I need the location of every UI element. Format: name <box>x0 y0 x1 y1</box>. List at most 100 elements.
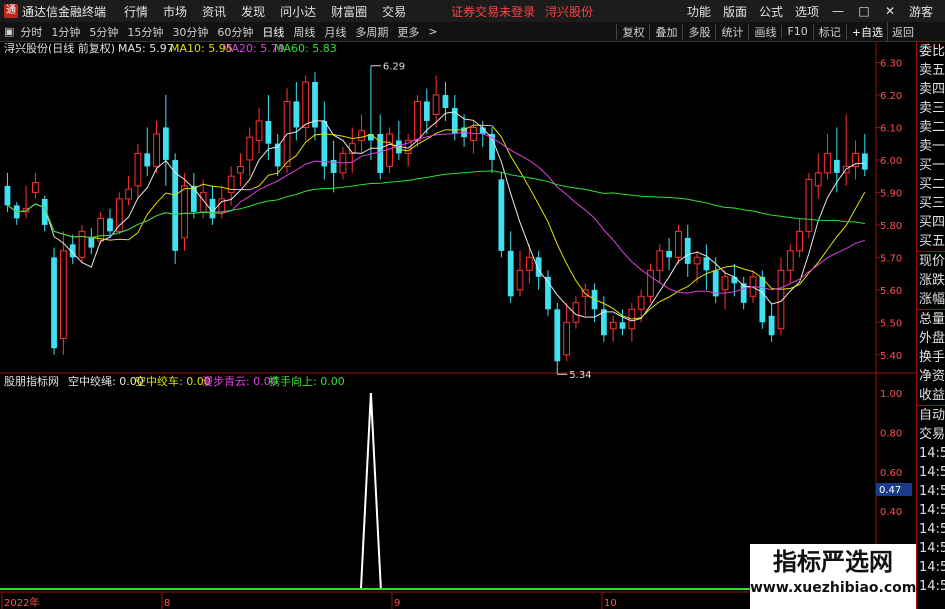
y-tick-label: 5.50 <box>880 318 902 329</box>
ma-legend: MA60: 5.83 <box>274 42 337 55</box>
candle-body <box>833 159 840 173</box>
chevron-right-icon[interactable]: > <box>428 25 437 38</box>
indicator-legend: 携手向上: 0.00 <box>269 374 345 388</box>
candle-body <box>153 133 160 167</box>
candle-body <box>507 250 514 297</box>
candle-body <box>805 178 813 232</box>
menu-formula[interactable]: 公式 <box>759 3 783 20</box>
close-icon[interactable]: ✕ <box>883 4 897 18</box>
trade-time: 14:56 <box>919 560 945 575</box>
quote-label: 买一 <box>919 158 945 173</box>
candle-body <box>172 159 179 251</box>
candle-body <box>125 188 132 200</box>
tab-monthly[interactable]: 月线 <box>324 24 346 40</box>
trade-time: 14:56 <box>919 465 945 480</box>
quote-panel: 委比 卖五 卖四 卖三 卖二 卖一 买一 买二 买三 买四 买五 现价 涨跌 涨幅 总量 外盘 换手 净资 收益 自动… <box>916 41 945 609</box>
indicator-legend: 漫步青云: 0.00 <box>202 374 278 388</box>
quote-label: 涨跌 <box>919 273 945 288</box>
candle-body <box>824 152 831 174</box>
tab-toggle-icon[interactable]: ▣ <box>4 25 14 38</box>
candle-body <box>637 295 645 310</box>
tab-weekly[interactable]: 周线 <box>293 24 315 40</box>
quote-label: 买五 <box>919 234 945 249</box>
watermark-title: 指标严选网 <box>773 548 893 576</box>
quote-label: 现价 <box>917 251 945 271</box>
y-tick-label: 5.80 <box>880 221 902 232</box>
candle-body <box>535 257 542 277</box>
candle-body <box>721 276 729 291</box>
quote-label: 买二 <box>919 177 945 192</box>
trade-time: 14:56 <box>919 522 945 537</box>
candle-body <box>265 120 272 144</box>
menu-news[interactable]: 资讯 <box>202 3 226 20</box>
trade-time: 自动 <box>917 405 945 425</box>
login-notice[interactable]: 证券交易未登录 <box>451 3 535 20</box>
candle-body <box>861 153 868 170</box>
x-tick-label: 10 <box>604 598 617 609</box>
user-label[interactable]: 游客 <box>909 3 933 20</box>
draw-button[interactable]: 画线 <box>748 23 781 40</box>
y-tick-label: 6.10 <box>880 123 902 134</box>
candle-body <box>786 250 794 271</box>
stats-button[interactable]: 统计 <box>715 23 748 40</box>
maximize-icon[interactable]: □ <box>857 4 871 18</box>
menu-market[interactable]: 市场 <box>163 3 187 20</box>
x-tick-label: 8 <box>164 598 170 609</box>
max-price-label: 6.29 <box>383 62 405 73</box>
candle-body <box>144 153 151 167</box>
f10-button[interactable]: F10 <box>781 25 812 38</box>
adjust-button[interactable]: 复权 <box>616 23 649 40</box>
tab-daily[interactable]: 日线 <box>262 24 284 40</box>
side-toolbar: 返回 <box>887 22 945 41</box>
sub-y-tick-label: 0.80 <box>880 428 902 439</box>
watermark-url: www.xuezhibiao.com <box>750 580 917 596</box>
candle-body <box>358 130 365 141</box>
tab-5min[interactable]: 5分钟 <box>89 24 118 40</box>
tab-30min[interactable]: 30分钟 <box>172 24 208 40</box>
multi-stock-button[interactable]: 多股 <box>682 23 715 40</box>
tab-60min[interactable]: 60分钟 <box>217 24 253 40</box>
y-tick-label: 6.20 <box>880 91 902 102</box>
candle-body <box>386 133 393 167</box>
menu-quotes[interactable]: 行情 <box>124 3 148 20</box>
candle-body <box>647 269 654 297</box>
candle-body <box>107 218 113 232</box>
tab-more[interactable]: 更多 <box>397 24 419 40</box>
quote-label: 卖五 <box>919 63 945 78</box>
candle-body <box>796 230 803 252</box>
menu-trade[interactable]: 交易 <box>382 3 406 20</box>
tab-15min[interactable]: 15分钟 <box>127 24 163 40</box>
candle-body <box>814 172 822 187</box>
back-button[interactable]: 返回 <box>892 24 914 40</box>
tab-intraday[interactable]: 分时 <box>20 24 42 40</box>
quote-label: 买三 <box>919 196 945 211</box>
candle-body <box>731 276 738 284</box>
menu-layout[interactable]: 版面 <box>723 3 747 20</box>
candle-body <box>498 179 505 251</box>
indicator-title: 股朋指标网 <box>4 374 59 388</box>
overlay-button[interactable]: 叠加 <box>649 23 682 40</box>
candle-body <box>4 185 11 206</box>
trade-time: 14:56 <box>919 541 945 556</box>
menu-options[interactable]: 选项 <box>795 3 819 20</box>
minimize-icon[interactable]: — <box>831 4 845 18</box>
min-price-label: 5.34 <box>569 370 591 381</box>
menu-ask[interactable]: 问小达 <box>280 3 316 20</box>
mark-button[interactable]: 标记 <box>812 23 846 40</box>
indicator-legend: 空中绞绳: 0.00 <box>68 374 144 388</box>
kline-chart[interactable]: 6.30 6.20 6.10 6.00 5.90 5.80 5.70 5.60 5.50 5.40… <box>0 41 916 609</box>
tab-1min[interactable]: 1分钟 <box>51 24 80 40</box>
menu-discover[interactable]: 发现 <box>241 3 265 20</box>
candle-body <box>115 198 123 232</box>
tab-multi-period[interactable]: 多周期 <box>355 24 388 40</box>
candle-body <box>162 127 169 160</box>
y-tick-label: 5.40 <box>880 351 902 362</box>
quote-label: 委比 <box>917 41 945 61</box>
candle-body <box>78 230 86 258</box>
candle-body <box>255 120 263 141</box>
add-watchlist-button[interactable]: +自选 <box>845 23 888 40</box>
watermark: 指标严选网 www.xuezhibiao.com <box>750 544 916 609</box>
menu-wealth[interactable]: 财富圈 <box>331 3 367 20</box>
app-title: 通达信金融终端 <box>22 4 107 19</box>
menu-function[interactable]: 功能 <box>687 3 711 20</box>
